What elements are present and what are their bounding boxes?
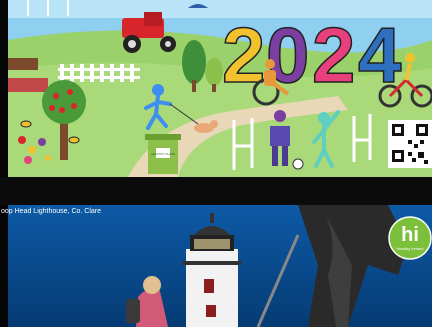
illustration-2024-image: HEALTHY CLARE 2 0 2 4 xyxy=(8,0,432,177)
bin-label: HEALTHY CLARE xyxy=(151,152,175,156)
card-gap xyxy=(0,177,432,205)
badge-hi-text: hi xyxy=(401,224,419,246)
illustration-card[interactable]: HEALTHY CLARE 2 0 2 4 xyxy=(8,0,432,177)
year-2024: 2 0 2 4 xyxy=(221,10,402,100)
healthy-ireland-logo: hi Healthy Ireland xyxy=(388,216,432,260)
lighthouse-card[interactable] xyxy=(8,205,432,327)
badge-subtext: Healthy Ireland xyxy=(397,246,424,251)
lighthouse-photo-image xyxy=(8,205,432,327)
left-edge xyxy=(0,0,8,327)
svg-text:2: 2 xyxy=(312,11,355,99)
qr-code-icon xyxy=(388,120,432,168)
svg-text:2: 2 xyxy=(222,11,265,99)
photo-caption: oop Head Lighthouse, Co. Clare xyxy=(1,208,102,215)
